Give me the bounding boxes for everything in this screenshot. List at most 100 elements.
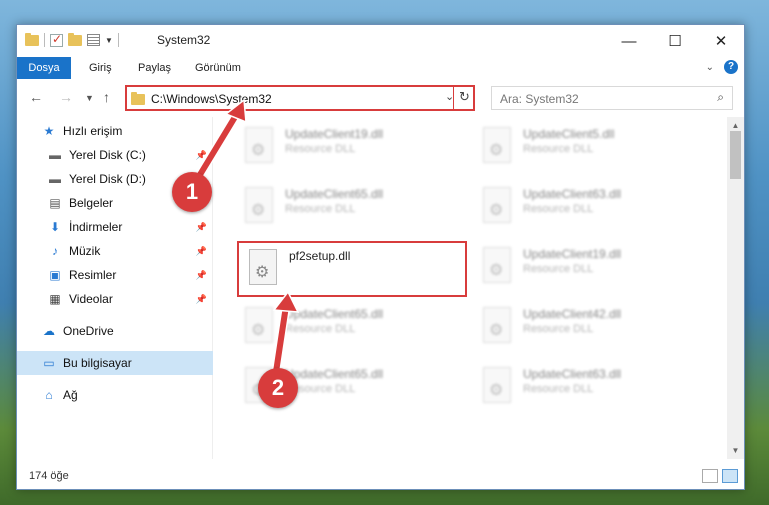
download-icon: ⬇ [49, 220, 61, 234]
file-item[interactable]: ⚙ UpdateClient19.dll Resource DLL [235, 121, 465, 177]
divider [44, 33, 45, 47]
dll-file-icon: ⚙ [245, 127, 273, 163]
file-item[interactable]: ⚙ UpdateClient63.dll Resource DLL [473, 181, 703, 237]
file-name: UpdateClient63.dll [523, 367, 622, 381]
music-icon: ♪ [52, 244, 58, 258]
computer-icon: ▭ [43, 356, 55, 370]
file-name: UpdateClient5.dll [523, 127, 615, 141]
dll-file-icon: ⚙ [483, 187, 511, 223]
ribbon-tabs: Dosya Giriş Paylaş Görünüm ⌄ ? [17, 57, 744, 79]
file-item[interactable]: ⚙ UpdateClient19.dll Resource DLL [473, 241, 703, 297]
file-item[interactable]: ⚙ UpdateClient63.dll Resource DLL [473, 361, 703, 417]
sidebar-item-videos[interactable]: ▦ Videolar 📌 [17, 287, 213, 311]
sidebar-item-label: İndirmeler [69, 220, 123, 234]
step-2-badge: 2 [258, 368, 298, 408]
file-item[interactable]: ⚙ UpdateClient5.dll Resource DLL [473, 121, 703, 177]
file-name: UpdateClient65.dll [285, 307, 384, 321]
search-input[interactable]: Ara: System32 ⌕ [491, 86, 733, 110]
file-name: UpdateClient19.dll [523, 247, 622, 261]
drive-icon: ▬ [49, 172, 61, 186]
close-button[interactable]: ✕ [698, 25, 744, 57]
refresh-icon[interactable]: ↻ [453, 85, 475, 111]
customize-icon[interactable] [87, 34, 100, 46]
divider [117, 33, 119, 47]
sidebar-item-disk-c[interactable]: ▬ Yerel Disk (C:) 📌 [17, 143, 213, 167]
sidebar-item-downloads[interactable]: ⬇ İndirmeler 📌 [17, 215, 213, 239]
status-bar: 174 öğe [17, 465, 744, 489]
minimize-button[interactable]: — [606, 25, 652, 57]
pin-icon[interactable]: 📌 [196, 222, 207, 233]
file-name: UpdateClient63.dll [523, 187, 622, 201]
chevron-down-icon[interactable]: ▼ [105, 36, 113, 45]
sidebar-item-label: OneDrive [63, 324, 114, 338]
pin-icon[interactable]: 📌 [196, 270, 207, 281]
address-bar[interactable]: C:\Windows\System32 ⌄ ↻ [125, 85, 475, 111]
pin-icon[interactable]: 📌 [196, 150, 207, 161]
sidebar-item-label: Bu bilgisayar [63, 356, 132, 370]
dll-file-icon: ⚙ [483, 127, 511, 163]
scroll-down-icon[interactable]: ▼ [727, 446, 744, 455]
sidebar-item-label: Ağ [63, 388, 78, 402]
tab-view[interactable]: Görünüm [195, 57, 241, 79]
file-name: UpdateClient42.dll [523, 307, 622, 321]
new-folder-icon[interactable] [68, 32, 82, 46]
drive-icon: ▬ [49, 148, 61, 162]
scroll-thumb[interactable] [730, 131, 741, 179]
tab-share[interactable]: Paylaş [138, 57, 171, 79]
maximize-button[interactable]: ☐ [652, 25, 698, 57]
sidebar-item-quick-access[interactable]: ★ Hızlı erişim [17, 119, 213, 143]
tab-file[interactable]: Dosya [17, 57, 71, 79]
back-arrow-icon[interactable]: ← [29, 89, 43, 105]
chevron-down-icon[interactable]: ⌄ [706, 62, 714, 73]
dll-file-icon: ⚙ [245, 307, 273, 343]
file-type: Resource DLL [523, 143, 594, 155]
forward-arrow-icon[interactable]: → [59, 89, 73, 105]
dll-file-icon: ⚙ [245, 187, 273, 223]
sidebar-item-label: Resimler [69, 268, 117, 282]
sidebar-item-label: Videolar [69, 292, 113, 306]
dll-file-icon: ⚙ [483, 247, 511, 283]
tab-home[interactable]: Giriş [89, 57, 112, 79]
dll-file-icon: ⚙ [483, 367, 511, 403]
file-item[interactable]: ⚙ UpdateClient65.dll Resource DLL [235, 181, 465, 237]
navigation-pane: ★ Hızlı erişim ▬ Yerel Disk (C:) 📌 ▬ Yer… [17, 117, 213, 459]
ribbon-right: ⌄ ? [706, 60, 738, 74]
file-item[interactable]: ⚙ UpdateClient42.dll Resource DLL [473, 301, 703, 357]
vertical-scrollbar[interactable]: ▲ ▼ [727, 117, 744, 459]
up-arrow-icon[interactable]: ↑ [103, 89, 110, 105]
sidebar-item-music[interactable]: ♪ Müzik 📌 [17, 239, 213, 263]
file-item[interactable]: ⚙ UpdateClient65.dll Resource DLL [235, 301, 465, 357]
file-item-pf2setup[interactable]: ⚙ pf2setup.dll [237, 241, 467, 297]
file-name: pf2setup.dll [289, 249, 351, 263]
file-type: Resource DLL [523, 263, 594, 275]
sidebar-item-this-pc[interactable]: ▭ Bu bilgisayar [17, 351, 213, 375]
file-type: Resource DLL [285, 143, 356, 155]
document-icon: ▤ [49, 196, 61, 210]
file-name: UpdateClient65.dll [285, 367, 384, 381]
properties-check-icon[interactable] [50, 32, 63, 47]
dll-file-icon: ⚙ [249, 249, 277, 285]
search-icon[interactable]: ⌕ [717, 90, 724, 105]
network-icon: ⌂ [45, 388, 53, 402]
pin-icon[interactable]: 📌 [196, 294, 207, 305]
dll-file-icon: ⚙ [483, 307, 511, 343]
details-view-icon[interactable] [702, 469, 718, 483]
sidebar-item-label: Belgeler [69, 196, 114, 210]
quick-access-toolbar: ▼ [25, 32, 119, 47]
address-path[interactable]: C:\Windows\System32 [151, 92, 272, 106]
sidebar-item-onedrive[interactable]: ☁ OneDrive [17, 319, 213, 343]
tiles-view-icon[interactable] [722, 469, 738, 483]
folder-icon [131, 92, 145, 105]
title-bar: ▼ System32 — ☐ ✕ [17, 25, 744, 57]
help-icon[interactable]: ? [724, 60, 738, 74]
folder-icon [25, 32, 39, 46]
sidebar-item-network[interactable]: ⌂ Ağ [17, 383, 213, 407]
pictures-icon: ▣ [49, 268, 61, 282]
video-icon: ▦ [49, 292, 61, 306]
pin-icon[interactable]: 📌 [196, 246, 207, 257]
recent-chevron-icon[interactable]: ▼ [85, 93, 94, 103]
explorer-window: ▼ System32 — ☐ ✕ Dosya Giriş Paylaş Görü… [16, 24, 745, 490]
sidebar-item-pictures[interactable]: ▣ Resimler 📌 [17, 263, 213, 287]
scroll-up-icon[interactable]: ▲ [727, 121, 744, 130]
file-type: Resource DLL [523, 383, 594, 395]
